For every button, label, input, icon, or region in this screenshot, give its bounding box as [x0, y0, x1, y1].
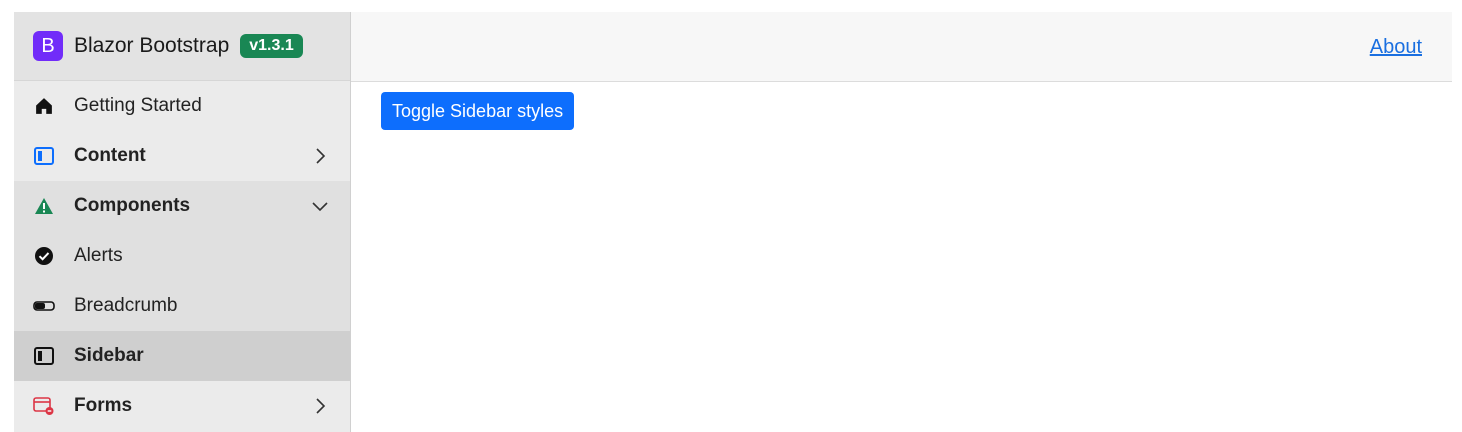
house-icon	[33, 95, 55, 117]
layout-sidebar-icon	[33, 145, 55, 167]
sidebar-item-label: Components	[74, 195, 191, 216]
sidebar-item-breadcrumb[interactable]: Breadcrumb	[14, 281, 350, 331]
sidebar-item-alerts[interactable]: Alerts	[14, 231, 350, 281]
chevron-right-icon	[312, 148, 328, 164]
form-window-icon	[33, 395, 55, 417]
sidebar: B Blazor Bootstrap v1.3.1 Getting Starte…	[14, 12, 351, 432]
sidebar-item-getting-started[interactable]: Getting Started	[14, 81, 350, 131]
check-circle-icon	[33, 245, 55, 267]
sidebar-item-sidebar[interactable]: Sidebar	[14, 331, 350, 381]
toggle-sidebar-styles-button[interactable]: Toggle Sidebar styles	[381, 92, 575, 130]
top-bar: About	[351, 12, 1452, 82]
chevron-down-icon	[312, 198, 328, 214]
chevron-right-icon	[312, 398, 328, 414]
sidebar-item-forms[interactable]: Forms	[14, 381, 350, 431]
sidebar-item-label: Getting Started	[74, 95, 202, 116]
warning-triangle-icon	[33, 195, 55, 217]
brand-logo: B	[33, 31, 63, 61]
main-content: Toggle Sidebar styles	[351, 82, 1452, 432]
about-link[interactable]: About	[1370, 36, 1422, 59]
sidebar-item-label: Forms	[74, 395, 133, 416]
app-frame: B Blazor Bootstrap v1.3.1 Getting Starte…	[14, 12, 1452, 432]
version-badge: v1.3.1	[240, 34, 303, 58]
sidebar-item-label: Alerts	[74, 245, 123, 266]
sidebar-item-components[interactable]: Components	[14, 181, 350, 231]
brand[interactable]: B Blazor Bootstrap v1.3.1	[14, 12, 350, 81]
sidebar-item-label: Sidebar	[74, 345, 144, 366]
sidebar-item-content[interactable]: Content	[14, 131, 350, 181]
sidebar-item-label: Breadcrumb	[74, 295, 178, 316]
brand-name: Blazor Bootstrap	[74, 34, 230, 57]
toggle-icon	[33, 295, 55, 317]
sidebar-icon	[33, 345, 55, 367]
sidebar-item-label: Content	[74, 145, 146, 166]
